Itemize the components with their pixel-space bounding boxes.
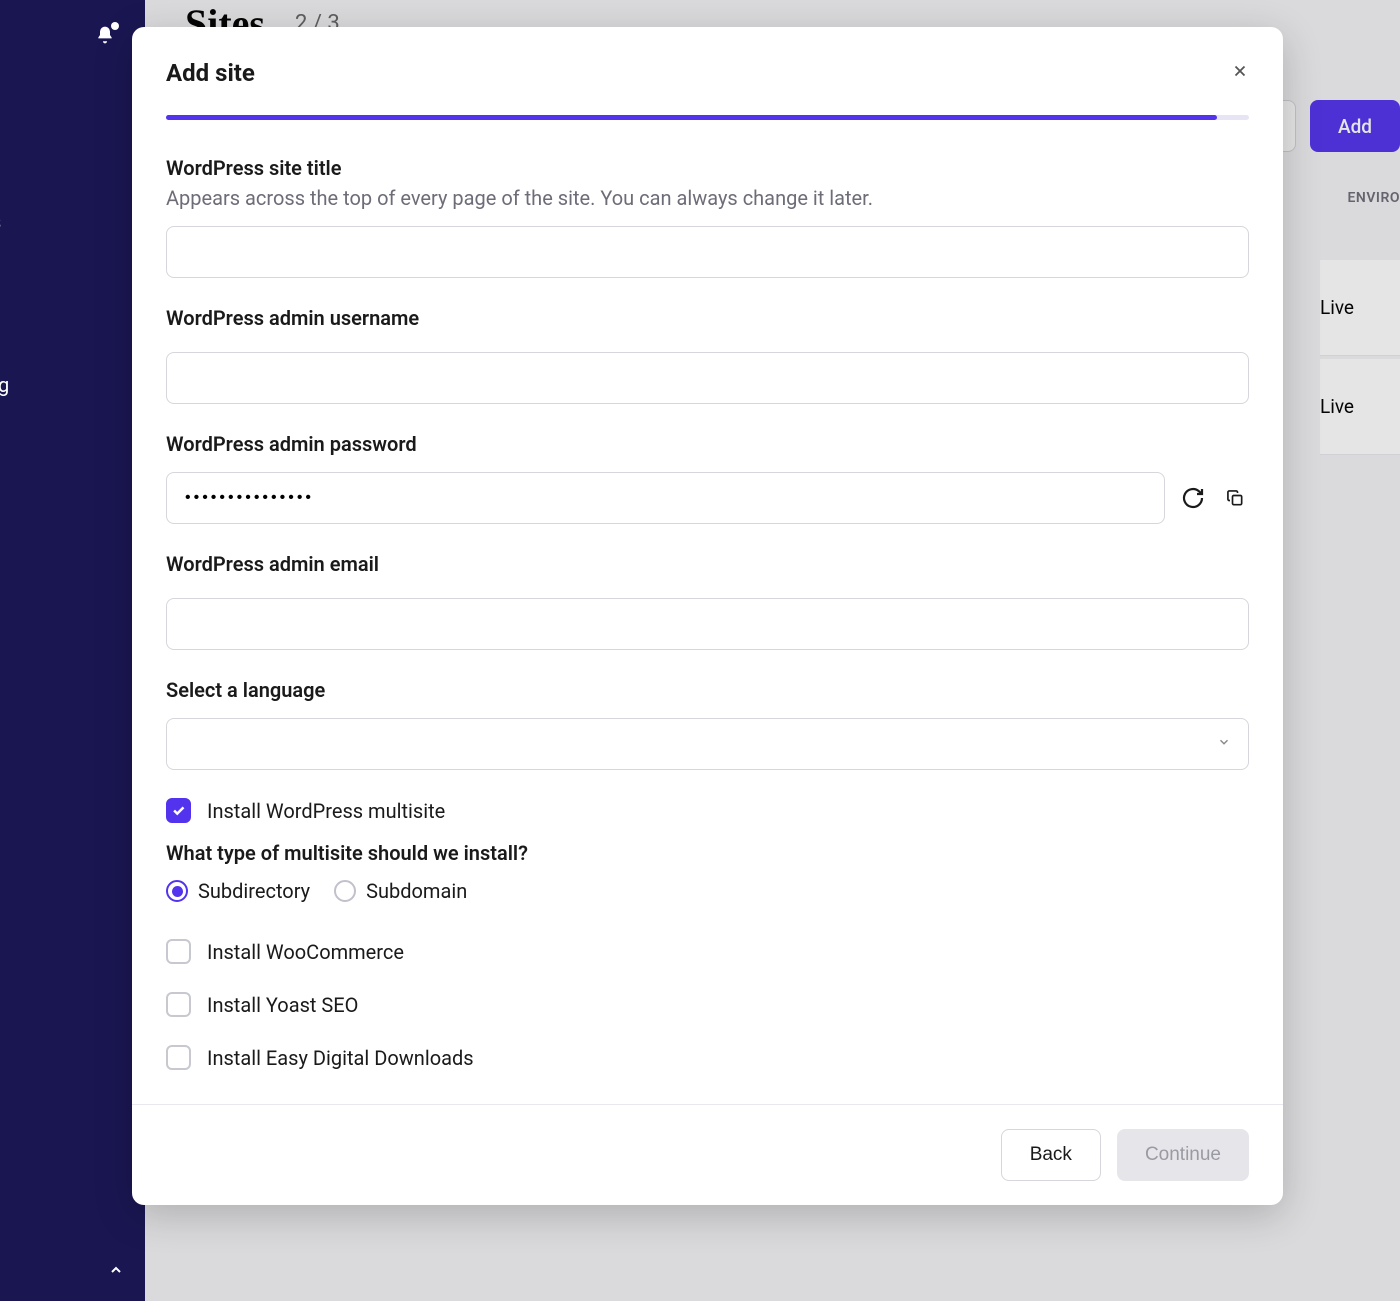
chevron-up-icon[interactable] (108, 1259, 124, 1283)
add-site-modal: Add site WordPress site title Appears ac… (132, 27, 1283, 1205)
language-select[interactable] (166, 718, 1249, 770)
subdomain-label: Subdomain (366, 879, 467, 903)
sidebar-text-s: s (0, 210, 1, 235)
admin-email-input[interactable] (166, 598, 1249, 650)
subdirectory-label: Subdirectory (198, 879, 310, 903)
language-label: Select a language (166, 678, 1249, 702)
sidebar-text-g: g (0, 373, 9, 397)
edd-checkbox[interactable] (166, 1045, 191, 1070)
admin-email-label: WordPress admin email (166, 552, 1249, 576)
site-title-label: WordPress site title (166, 156, 1249, 180)
site-title-help: Appears across the top of every page of … (166, 186, 1249, 210)
multisite-label: Install WordPress multisite (207, 799, 445, 823)
subdomain-radio[interactable] (334, 880, 356, 902)
edd-label: Install Easy Digital Downloads (207, 1046, 474, 1070)
continue-button[interactable]: Continue (1117, 1129, 1249, 1181)
subdirectory-radio[interactable] (166, 880, 188, 902)
multisite-checkbox[interactable] (166, 798, 191, 823)
woocommerce-checkbox[interactable] (166, 939, 191, 964)
regenerate-icon[interactable] (1179, 484, 1207, 512)
back-button[interactable]: Back (1001, 1129, 1101, 1181)
admin-username-label: WordPress admin username (166, 306, 1249, 330)
copy-icon[interactable] (1221, 484, 1249, 512)
multisite-type-question: What type of multisite should we install… (166, 841, 1249, 865)
site-title-input[interactable] (166, 226, 1249, 278)
yoast-checkbox[interactable] (166, 992, 191, 1017)
admin-username-input[interactable] (166, 352, 1249, 404)
yoast-label: Install Yoast SEO (207, 993, 358, 1017)
woocommerce-label: Install WooCommerce (207, 940, 404, 964)
close-icon[interactable] (1231, 62, 1249, 85)
modal-title: Add site (166, 59, 255, 87)
admin-password-label: WordPress admin password (166, 432, 1249, 456)
notification-dot-icon (111, 22, 119, 30)
admin-password-input[interactable] (166, 472, 1165, 524)
app-sidebar: s g (0, 0, 145, 1301)
